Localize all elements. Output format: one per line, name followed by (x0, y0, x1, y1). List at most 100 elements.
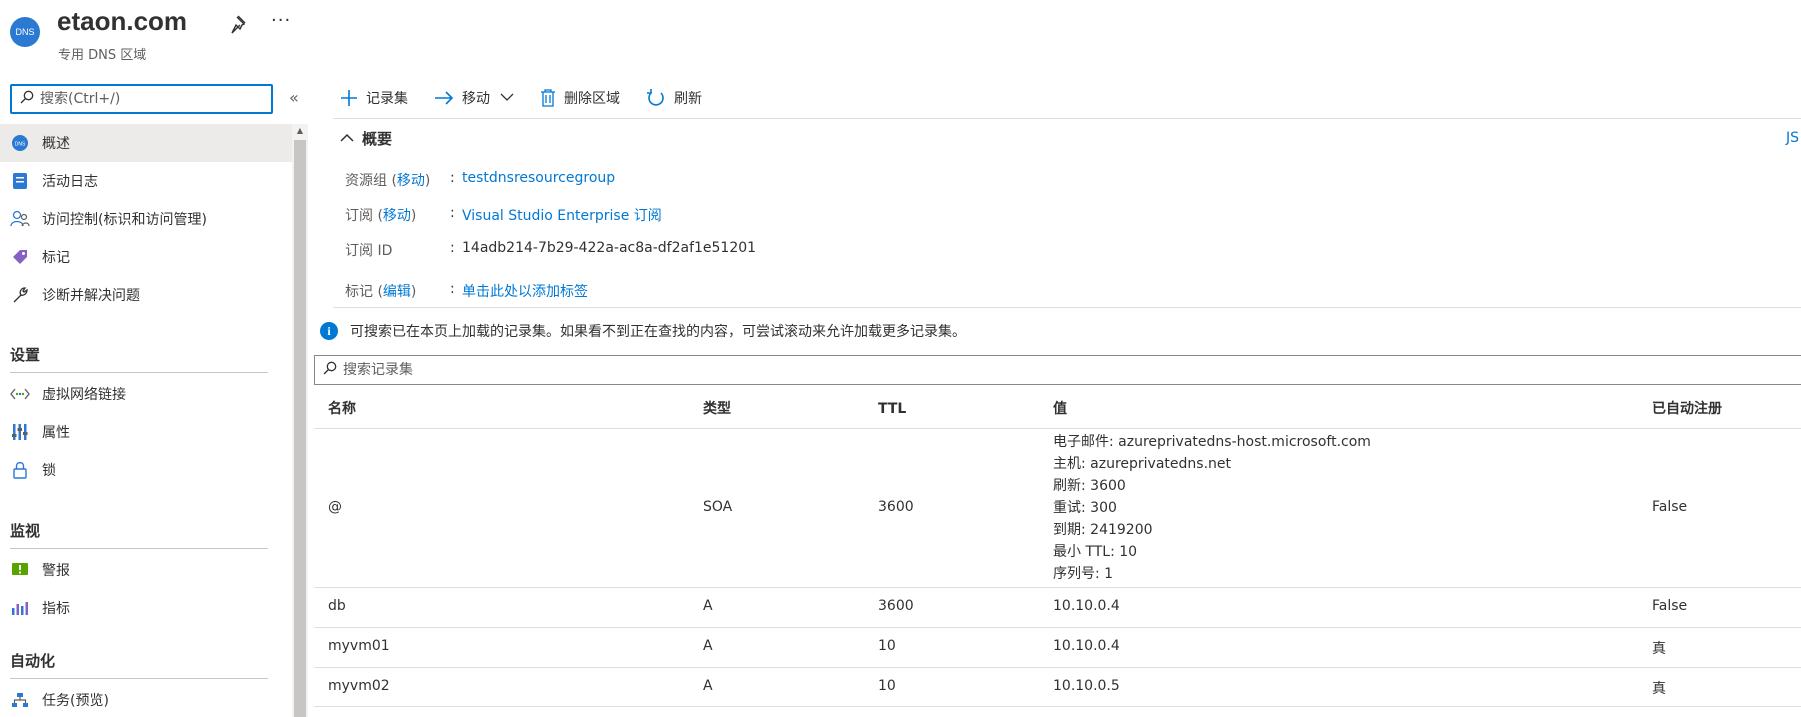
table-row[interactable]: myvm02 A 10 10.10.0.5 真 (314, 667, 1801, 707)
tag-icon (10, 247, 30, 267)
records-search-input[interactable] (343, 362, 1801, 378)
cell-name[interactable]: db (328, 598, 346, 614)
sidebar-item-overview[interactable]: DNS 概述 (0, 124, 292, 162)
cell-name[interactable]: @ (328, 499, 342, 515)
trash-icon (540, 89, 556, 107)
value-line: 重试: 300 (1053, 500, 1117, 516)
delete-zone-label: 删除区域 (564, 91, 620, 107)
move-label: 移动 (462, 91, 490, 107)
sidebar-item-label: 标记 (42, 250, 70, 266)
cell-name[interactable]: myvm02 (328, 678, 390, 694)
add-recordset-button[interactable]: 记录集 (340, 88, 408, 108)
sidebar-item-properties[interactable]: 属性 (0, 413, 292, 451)
essentials-key: 标记 (345, 284, 373, 300)
sidebar-item-label: 访问控制(标识和访问管理) (42, 212, 207, 228)
column-header-type[interactable]: 类型 (703, 390, 731, 428)
sidebar-item-metrics[interactable]: 指标 (0, 589, 292, 627)
section-title-automation: 自动化 (10, 652, 56, 670)
refresh-button[interactable]: 刷新 (646, 88, 702, 108)
cell-value: 10.10.0.5 (1053, 678, 1120, 694)
cell-name[interactable]: myvm01 (328, 638, 390, 654)
sidebar-item-locks[interactable]: 锁 (0, 451, 292, 489)
sidebar-item-vnet-links[interactable]: 虚拟网络链接 (0, 375, 292, 413)
table-row[interactable]: myvm01 A 10 10.10.0.4 真 (314, 627, 1801, 667)
command-bar: 记录集 移动 删除区域 刷新 (340, 80, 728, 116)
delete-zone-button[interactable]: 删除区域 (540, 88, 620, 108)
sidebar-item-label: 锁 (42, 463, 56, 479)
section-divider (10, 372, 268, 373)
plus-icon (340, 89, 358, 107)
sidebar-item-label: 警报 (42, 563, 70, 579)
sidebar-item-diagnose[interactable]: 诊断并解决问题 (0, 276, 292, 314)
scroll-up-arrow-icon[interactable]: ▲ (294, 124, 306, 138)
table-row[interactable]: db A 3600 10.10.0.4 False (314, 587, 1801, 627)
sidebar-search-box (10, 84, 273, 114)
sidebar-item-label: 任务(预览) (42, 693, 109, 709)
table-row[interactable]: @ SOA 3600 电子邮件: azureprivatedns-host.mi… (314, 428, 1801, 587)
page-title: etaon.com (57, 6, 188, 36)
column-header-name[interactable]: 名称 (328, 390, 356, 428)
sidebar-item-label: 指标 (42, 601, 70, 617)
section-divider (10, 678, 268, 679)
essentials-toggle[interactable]: 概要 (340, 128, 392, 149)
cell-value: 10.10.0.4 (1053, 638, 1120, 654)
sidebar-item-alerts[interactable]: 警报 (0, 551, 292, 589)
cell-type: SOA (703, 499, 733, 515)
cell-value: 电子邮件: azureprivatedns-host.microsoft.com… (1053, 431, 1371, 585)
page-subtitle: 专用 DNS 区域 (58, 48, 147, 63)
essentials-key: 资源组 (345, 173, 387, 189)
value-line: 最小 TTL: 10 (1053, 544, 1138, 560)
toolbar-divider (333, 118, 1801, 119)
sidebar-item-label: 概述 (42, 136, 70, 152)
wrench-icon (10, 285, 30, 305)
essentials-row-tags: 标记 (编辑) : 单击此处以添加标签 (345, 281, 588, 301)
json-view-link[interactable]: JS (1786, 130, 1799, 146)
lock-icon (10, 460, 30, 480)
cell-auto-registered: False (1652, 499, 1688, 515)
alert-icon (10, 560, 30, 580)
sidebar-item-label: 活动日志 (42, 174, 98, 190)
essentials-key: 订阅 (345, 208, 373, 224)
info-message: i 可搜索已在本页上加载的记录集。如果看不到正在查找的内容，可尝试滚动来允许加载… (320, 321, 966, 341)
search-icon (323, 361, 337, 379)
add-tags-link[interactable]: 单击此处以添加标签 (462, 281, 588, 301)
edit-tags-link[interactable]: 编辑 (383, 284, 411, 300)
sidebar-scroll-thumb[interactable] (294, 140, 306, 717)
move-resource-group-link[interactable]: 移动 (397, 173, 425, 189)
value-line: 刷新: 3600 (1053, 478, 1126, 494)
records-search-box (314, 355, 1801, 385)
move-subscription-link[interactable]: 移动 (383, 208, 411, 224)
column-header-ttl[interactable]: TTL (878, 390, 906, 428)
subscription-link[interactable]: Visual Studio Enterprise 订阅 (462, 205, 662, 225)
sidebar-item-label: 属性 (42, 425, 70, 441)
pin-icon[interactable] (229, 14, 251, 36)
dns-zone-icon: DNS (10, 17, 40, 47)
sidebar-item-activity-log[interactable]: 活动日志 (0, 162, 292, 200)
tasks-icon (10, 690, 30, 710)
sidebar-item-tags[interactable]: 标记 (0, 238, 292, 276)
column-header-value[interactable]: 值 (1053, 390, 1067, 428)
info-text: 可搜索已在本页上加载的记录集。如果看不到正在查找的内容，可尝试滚动来允许加载更多… (350, 324, 966, 340)
essentials-row-resource-group: 资源组 (移动) : testdnsresourcegroup (345, 170, 616, 190)
chevron-down-icon (500, 90, 514, 106)
sidebar-search-input[interactable] (40, 91, 271, 107)
info-icon: i (320, 322, 338, 340)
move-button[interactable]: 移动 (434, 88, 514, 108)
cell-ttl: 10 (878, 678, 896, 694)
value-line: 主机: azureprivatedns.net (1053, 456, 1232, 472)
resource-group-link[interactable]: testdnsresourcegroup (462, 170, 615, 190)
column-header-auto-registered[interactable]: 已自动注册 (1652, 390, 1722, 428)
more-options-button[interactable]: ··· (271, 10, 291, 31)
activity-log-icon (10, 171, 30, 191)
people-icon (10, 209, 30, 229)
link-icon (10, 384, 30, 404)
chevron-up-icon (340, 132, 354, 146)
sidebar-item-tasks[interactable]: 任务(预览) (0, 681, 292, 717)
cell-type: A (703, 598, 713, 614)
sidebar-item-iam[interactable]: 访问控制(标识和访问管理) (0, 200, 292, 238)
cell-auto-registered: False (1652, 598, 1688, 614)
collapse-sidebar-button[interactable]: « (289, 88, 299, 107)
section-divider (10, 548, 268, 549)
svg-text:DNS: DNS (15, 142, 26, 148)
section-title-settings: 设置 (10, 346, 41, 364)
